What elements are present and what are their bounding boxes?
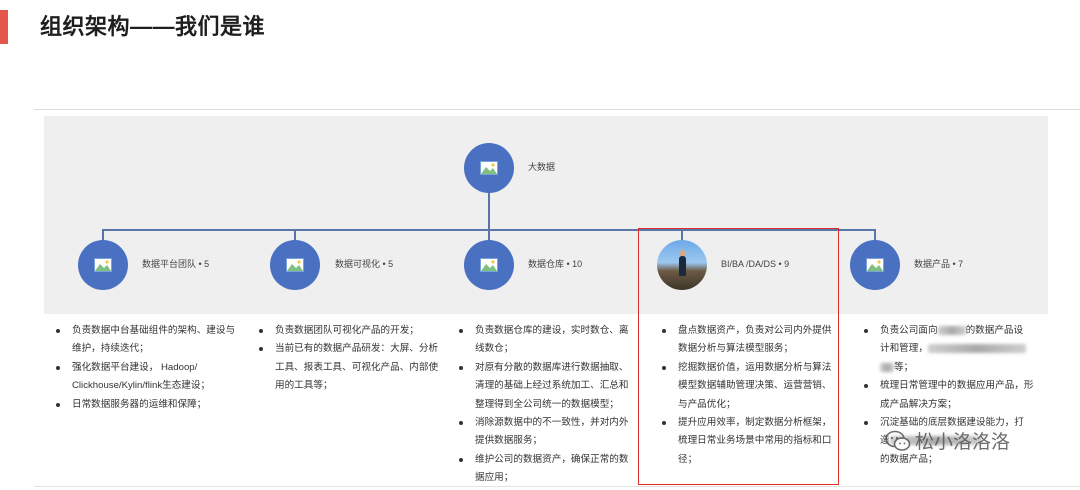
team-node-avatar-platform (78, 240, 128, 290)
image-placeholder-icon (866, 258, 884, 272)
team-desc-visualization: 负责数据团队可视化产品的开发； 当前已有的数据产品研发：大屏、分析工具、报表工具… (255, 322, 441, 396)
connector-root-stem (488, 192, 490, 230)
list-item: 提升应用效率，制定数据分析框架，梳理日常业务场景中常用的指标和口径； (658, 414, 838, 469)
image-placeholder-icon (480, 258, 498, 272)
title-accent-bar (0, 10, 8, 44)
team-node-avatar-product (850, 240, 900, 290)
list-item: 负责数据团队可视化产品的开发； (255, 322, 441, 340)
list-item: 梳理日常管理中的数据应用产品，形成产品解决方案； (860, 377, 1040, 414)
team-label-visualization: 数据可视化 • 5 (335, 259, 394, 269)
team-label-warehouse: 数据仓库 • 10 (528, 259, 583, 269)
redacted-text (937, 325, 966, 335)
list-item: 强化数据平台建设， Hadoop/ Clickhouse/Kylin/flink… (52, 359, 238, 396)
redacted-text (880, 362, 894, 372)
list-item: 负责公司面向 的数据产品设 计和管理， 等； (860, 322, 1040, 377)
list-item: 负责数据中台基础组件的架构、建设与维护，持续迭代； (52, 322, 238, 359)
team-desc-warehouse: 负责数据仓库的建设，实时数仓、离线数仓； 对原有分散的数据库进行数据抽取、清理的… (455, 322, 635, 488)
list-item: 对原有分散的数据库进行数据抽取、清理的基础上经过系统加工、汇总和整理得到全公司统… (455, 359, 635, 414)
page-title: 组织架构——我们是谁 (40, 14, 266, 39)
list-item: 挖掘数据价值，运用数据分析与算法模型数据辅助管理决策、运营营销、与产品优化； (658, 359, 838, 414)
list-item: 日常数据服务器的运维和保障； (52, 396, 238, 414)
watermark: 松小洛洛洛 (885, 427, 1010, 454)
list-item: 维护公司的数据资产，确保正常的数据应用； (455, 451, 635, 488)
wechat-icon (885, 430, 911, 451)
team-desc-bi: 盘点数据资产，负责对公司内外提供数据分析与算法模型服务； 挖掘数据价值，运用数据… (658, 322, 838, 469)
org-chart-panel (44, 116, 1048, 314)
team-node-avatar-visualization (270, 240, 320, 290)
root-node-avatar (464, 143, 514, 193)
root-node-label: 大数据 (528, 162, 556, 172)
redacted-text (927, 344, 1026, 354)
list-item: 消除源数据中的不一致性，并对内外提供数据服务； (455, 414, 635, 451)
list-item: 盘点数据资产，负责对公司内外提供数据分析与算法模型服务； (658, 322, 838, 359)
bottom-divider (34, 486, 1080, 487)
image-placeholder-icon (94, 258, 112, 272)
header-divider (34, 109, 1080, 110)
image-placeholder-icon (480, 161, 498, 175)
list-item: 当前已有的数据产品研发：大屏、分析工具、报表工具、可视化产品、内部使用的工具等； (255, 340, 441, 395)
team-desc-platform: 负责数据中台基础组件的架构、建设与维护，持续迭代； 强化数据平台建设， Hado… (52, 322, 238, 414)
team-label-product: 数据产品 • 7 (914, 259, 964, 269)
team-label-platform: 数据平台团队 • 5 (142, 259, 210, 269)
watermark-text: 松小洛洛洛 (915, 432, 1011, 453)
list-item: 负责数据仓库的建设，实时数仓、离线数仓； (455, 322, 635, 359)
image-placeholder-icon (286, 258, 304, 272)
team-node-avatar-warehouse (464, 240, 514, 290)
